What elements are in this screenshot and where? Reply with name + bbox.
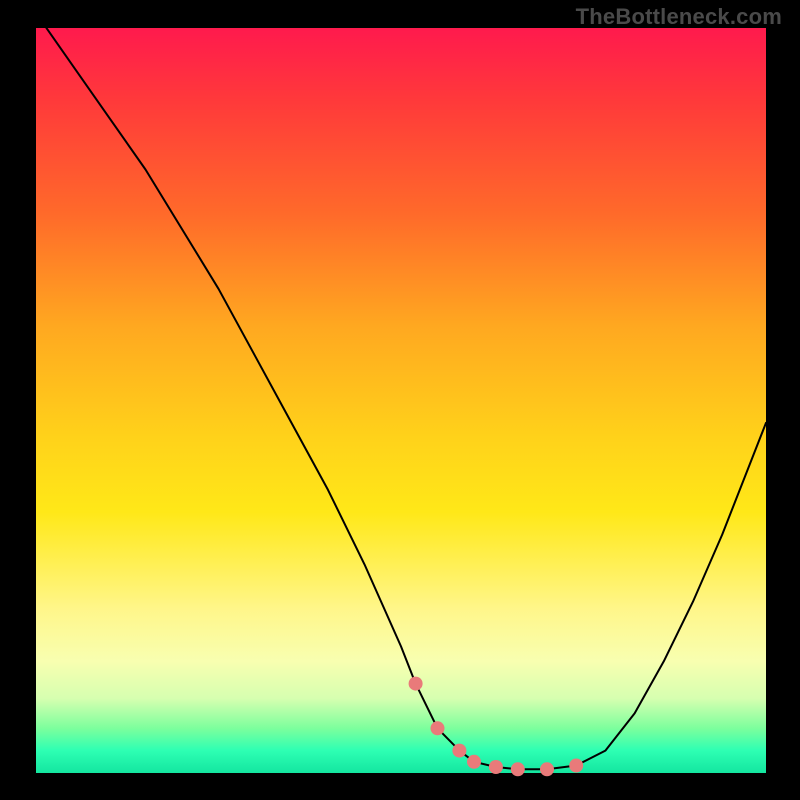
- highlight-dot: [569, 759, 583, 773]
- chart-frame: TheBottleneck.com: [0, 0, 800, 800]
- highlight-dot: [409, 677, 423, 691]
- highlight-dot: [467, 755, 481, 769]
- curve-line: [36, 13, 766, 769]
- highlight-dot: [431, 721, 445, 735]
- highlight-dot: [511, 762, 525, 776]
- highlight-dot: [540, 762, 554, 776]
- highlight-dot: [489, 760, 503, 774]
- highlight-dot: [452, 744, 466, 758]
- highlight-markers: [409, 677, 584, 777]
- chart-svg: [0, 0, 800, 800]
